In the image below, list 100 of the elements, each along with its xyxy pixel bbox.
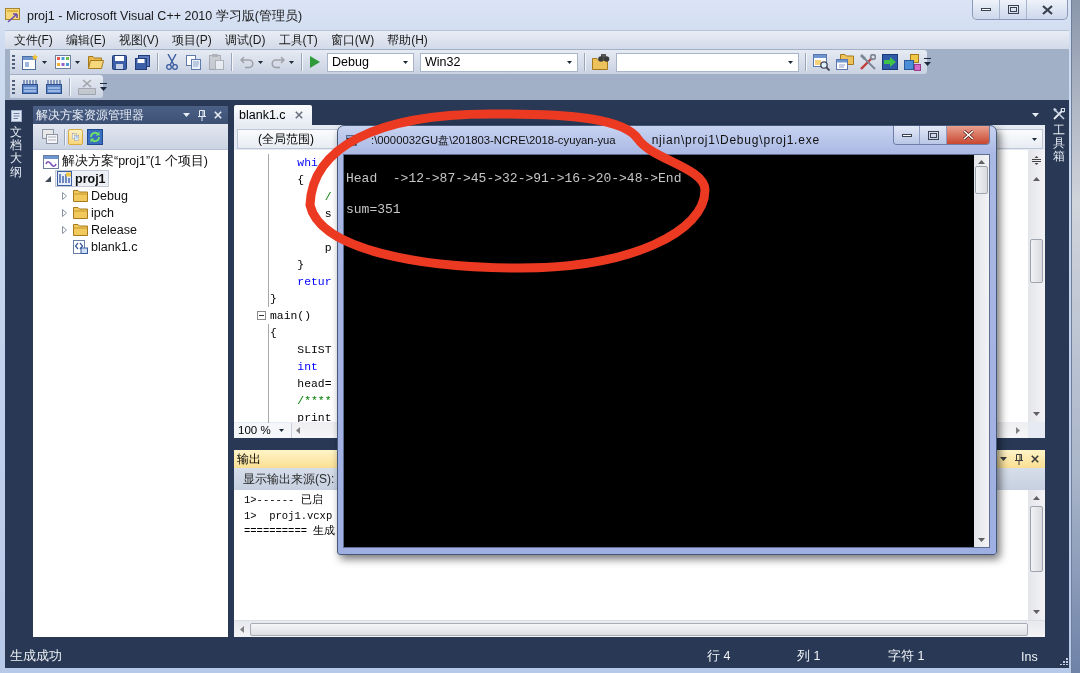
pin-icon[interactable] — [1015, 453, 1023, 465]
scrollbar-thumb[interactable] — [1030, 506, 1043, 572]
play-icon[interactable] — [310, 56, 320, 68]
code-line: head= — [297, 377, 332, 390]
tree-item[interactable]: 解决方案“proj1”(1 个项目) — [41, 153, 211, 170]
close-button[interactable] — [946, 126, 989, 144]
scissors-icon[interactable] — [166, 54, 178, 70]
stacked-windows-icon[interactable] — [42, 129, 58, 144]
scroll-left-icon[interactable] — [240, 625, 244, 633]
menu-item[interactable]: 工具(T) — [272, 32, 325, 48]
output-line: 1> proj1.vcxp — [244, 508, 333, 524]
ticked-bar-icon[interactable] — [46, 79, 62, 94]
arrow-box-icon[interactable] — [882, 54, 898, 70]
minimize-button[interactable] — [894, 126, 919, 144]
scroll-left-icon[interactable] — [296, 426, 300, 434]
collapse-box-icon[interactable] — [257, 311, 266, 320]
menu-item[interactable]: 帮助(H) — [380, 32, 435, 48]
scroll-down-icon[interactable] — [1033, 610, 1040, 614]
scroll-down-icon[interactable] — [1033, 412, 1040, 416]
binoculars-folder-icon[interactable] — [592, 54, 610, 70]
output-line: 1>------ 已启 — [244, 493, 323, 508]
caret-icon[interactable] — [42, 60, 47, 64]
status-text: 生成成功 — [10, 649, 62, 663]
scroll-up-icon[interactable] — [1033, 177, 1040, 181]
caret-icon — [278, 428, 284, 432]
panel-title: 解决方案资源管理器 — [36, 106, 144, 124]
caret-icon[interactable] — [1000, 457, 1007, 461]
save-all-icon[interactable] — [135, 54, 150, 70]
document-tab[interactable]: blank1.c — [234, 105, 312, 125]
maximize-icon — [927, 130, 939, 140]
menu-item[interactable]: 项目(P) — [165, 32, 219, 48]
code-line: whi — [297, 156, 318, 169]
magnifier-window-icon[interactable] — [813, 53, 830, 71]
tree-item[interactable]: blank1.c — [71, 238, 141, 255]
code-line: int — [297, 360, 318, 373]
close-icon[interactable] — [1031, 455, 1039, 463]
tree-item[interactable]: ipch — [71, 204, 117, 221]
code-line: main() — [270, 309, 311, 322]
tree-item[interactable]: proj1 — [55, 170, 109, 187]
insert-mode: Ins — [1021, 649, 1038, 664]
copy-icon[interactable] — [186, 54, 201, 70]
solution-icon — [43, 154, 59, 169]
scroll-right-icon[interactable] — [1016, 426, 1020, 434]
overflow-icon[interactable] — [924, 58, 931, 66]
close-icon — [962, 130, 974, 140]
scroll-down-icon[interactable] — [978, 538, 985, 542]
code-line: retur — [297, 275, 332, 288]
code-line: p — [324, 241, 332, 254]
grip-icon[interactable] — [12, 54, 15, 70]
tree-item[interactable]: Release — [71, 221, 140, 238]
caret-icon[interactable] — [289, 60, 294, 64]
side-tab[interactable]: 工具箱 — [1052, 108, 1066, 164]
menu-item[interactable]: 文件(F) — [7, 32, 60, 48]
code-line: print — [297, 411, 332, 424]
caret-icon[interactable] — [1032, 113, 1039, 117]
scroll-up-icon[interactable] — [1033, 496, 1040, 500]
open-folder-icon[interactable] — [88, 55, 104, 69]
grip-icon[interactable] — [12, 78, 15, 95]
caret-icon[interactable] — [183, 113, 190, 117]
menu-item[interactable]: 调试(D) — [218, 32, 272, 48]
scrollbar-thumb[interactable] — [250, 622, 1028, 636]
platform-dropdown[interactable]: Win32 — [420, 52, 578, 72]
code-line: } — [297, 258, 305, 271]
save-icon[interactable] — [112, 54, 127, 70]
configuration-dropdown[interactable]: Debug — [327, 52, 414, 72]
scroll-up-icon[interactable] — [978, 160, 985, 164]
splitter-icon[interactable] — [1032, 156, 1041, 165]
character-number: 字符 1 — [888, 649, 925, 663]
caret-icon — [567, 60, 572, 64]
ticked-bar-icon[interactable] — [22, 79, 38, 94]
overflow-icon[interactable] — [100, 82, 107, 91]
triangle-icon[interactable] — [44, 174, 52, 183]
menu-item[interactable]: 窗口(W) — [324, 32, 381, 48]
project-icon — [57, 171, 72, 186]
resize-grip-icon[interactable] — [1060, 656, 1068, 665]
refresh-icon[interactable] — [87, 128, 103, 145]
console-line: Head ->12->87->45->32->91->16->20->48->End — [346, 171, 682, 187]
panel-title: 输出 — [237, 450, 261, 468]
maximize-button[interactable] — [919, 126, 946, 144]
boxes-icon[interactable] — [904, 53, 921, 71]
window-title: njian\proj1\Debug\proj1.exe — [651, 133, 820, 147]
close-icon[interactable] — [294, 111, 303, 119]
scrollbar-thumb[interactable] — [975, 166, 988, 194]
code-line: } — [270, 292, 277, 305]
code-line: { — [270, 326, 277, 339]
output-line: ========== 生成 — [244, 524, 336, 539]
column-number: 列 1 — [797, 649, 821, 663]
caret-icon[interactable] — [258, 60, 263, 64]
side-tab[interactable]: 文档大纲 — [9, 110, 23, 179]
folder-window-icon[interactable] — [836, 54, 854, 70]
caret-icon[interactable] — [75, 60, 80, 64]
grid-icon[interactable] — [55, 55, 71, 69]
menu-item[interactable]: 编辑(E) — [59, 32, 113, 48]
tools-icon[interactable] — [860, 54, 876, 70]
zoom-dropdown[interactable]: 100 % — [234, 422, 292, 438]
menu-item[interactable]: 视图(V) — [112, 32, 166, 48]
tree-item[interactable]: Debug — [71, 187, 131, 204]
code-line: /**** — [297, 394, 332, 407]
caret-icon — [1032, 137, 1037, 141]
scrollbar-thumb[interactable] — [1030, 239, 1043, 283]
